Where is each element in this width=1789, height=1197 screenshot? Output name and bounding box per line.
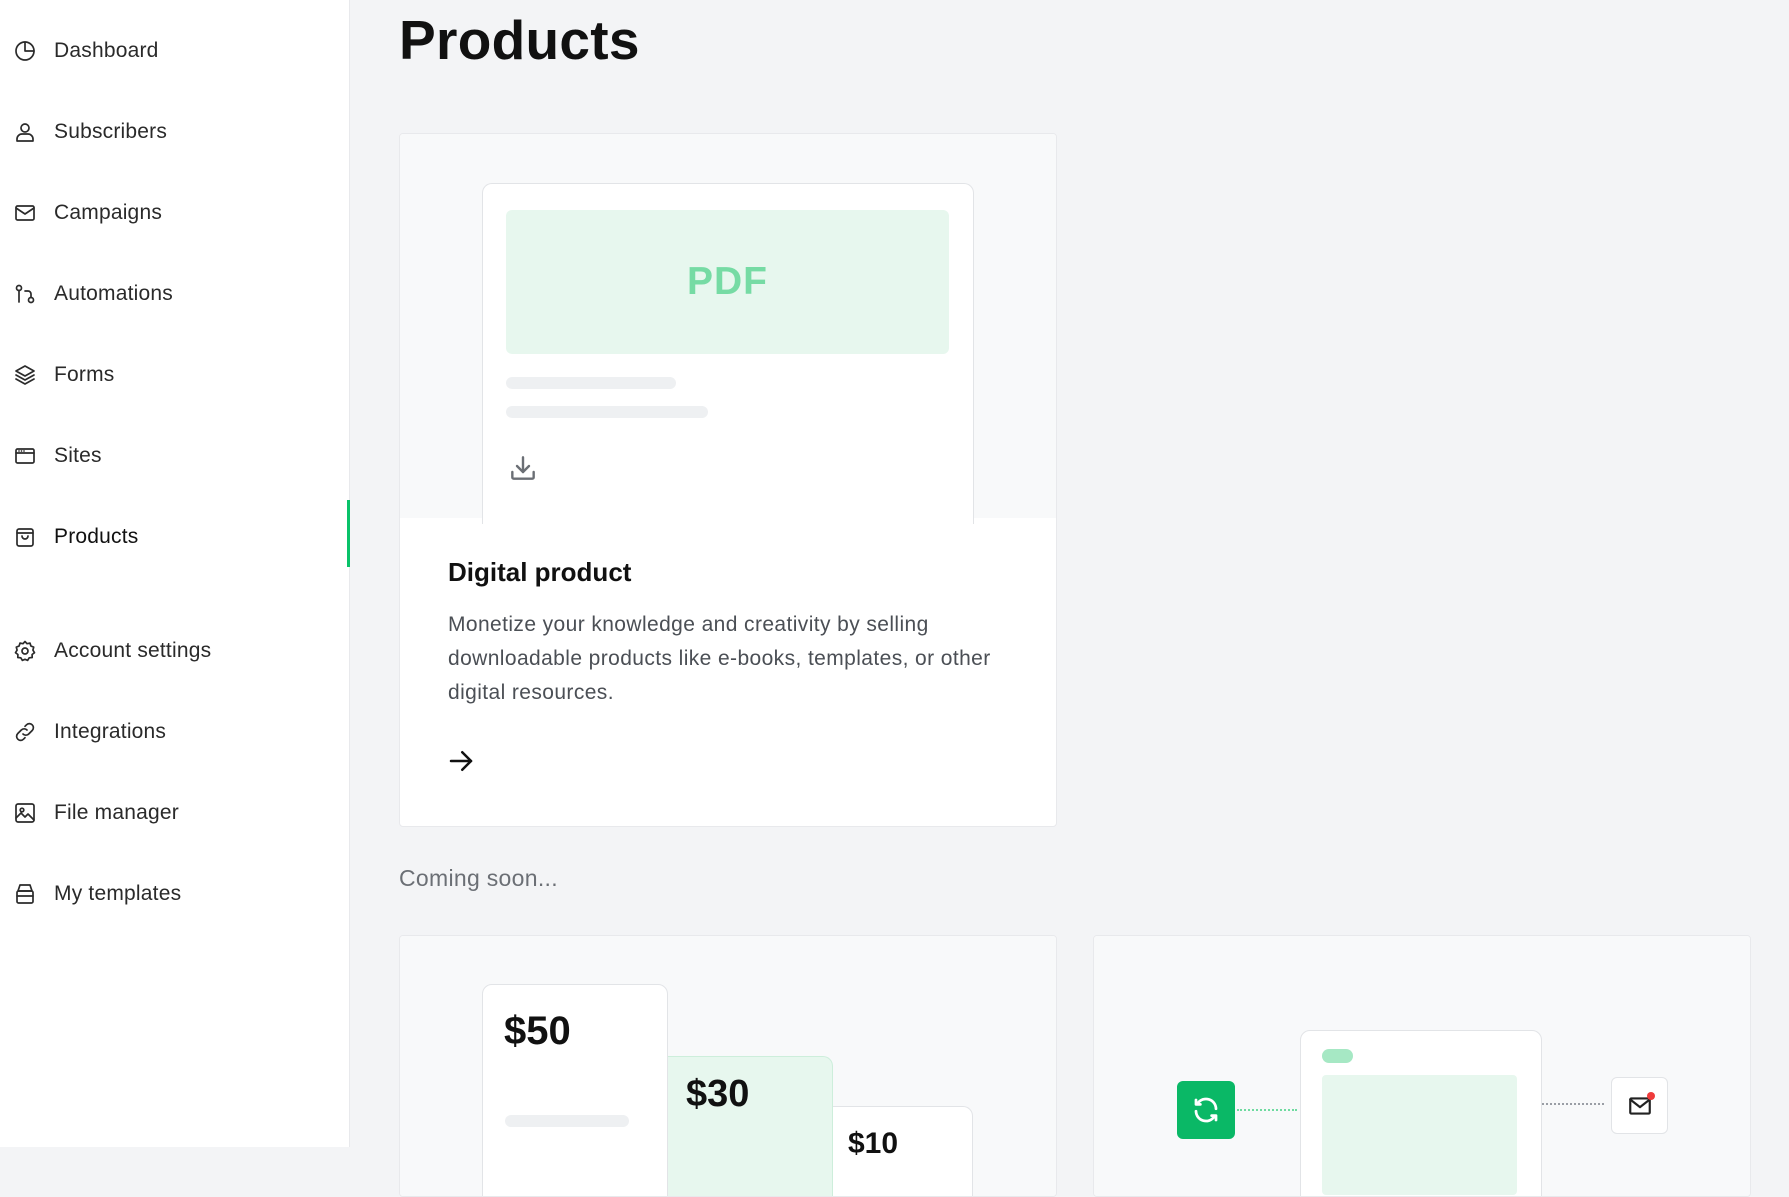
price-card: $50 [482, 984, 668, 1196]
price-amount: $30 [686, 1073, 750, 1115]
placeholder-pill [1322, 1049, 1353, 1063]
dashboard-icon [12, 38, 38, 64]
layers-icon [12, 362, 38, 388]
image-icon [12, 800, 38, 826]
card-title: Digital product [448, 557, 632, 587]
browser-icon [12, 443, 38, 469]
link-icon [12, 719, 38, 745]
sidebar-item-automations[interactable]: Automations [0, 264, 349, 324]
automation-product-card [1093, 935, 1751, 1197]
sidebar-item-label: Subscribers [54, 120, 168, 143]
sidebar-item-label: Integrations [54, 720, 167, 743]
page-title: Products [399, 9, 640, 71]
sidebar-item-forms[interactable]: Forms [0, 345, 349, 405]
sidebar-item-integrations[interactable]: Integrations [0, 702, 349, 762]
sync-icon [1177, 1081, 1235, 1139]
sidebar-item-label: Forms [54, 363, 115, 386]
coming-soon-label: Coming soon... [399, 865, 558, 891]
price-card: $10 [832, 1106, 973, 1196]
sidebar-item-label: Automations [54, 282, 173, 305]
connector-line [1542, 1103, 1604, 1105]
arrow-right-icon[interactable] [446, 746, 478, 778]
user-icon [12, 119, 38, 145]
sidebar-item-label: Campaigns [54, 201, 163, 224]
pricing-product-card: $50 $30 $10 [399, 935, 1057, 1197]
sidebar-item-label: Products [54, 525, 139, 548]
sidebar-item-campaigns[interactable]: Campaigns [0, 183, 349, 243]
gear-icon [12, 638, 38, 664]
sidebar-item-my-templates[interactable]: My templates [0, 864, 349, 924]
sidebar: Dashboard Subscribers Campaigns Automati… [0, 0, 350, 1147]
placeholder-line [505, 1115, 629, 1127]
card-preview: $50 $30 $10 [400, 936, 1056, 1196]
sidebar-item-account-settings[interactable]: Account settings [0, 621, 349, 681]
mail-icon [1611, 1077, 1668, 1134]
notification-dot [1647, 1092, 1655, 1100]
placeholder-line [506, 377, 676, 389]
sidebar-item-label: My templates [54, 882, 182, 905]
placeholder-block [1322, 1075, 1517, 1195]
sidebar-item-file-manager[interactable]: File manager [0, 783, 349, 843]
sidebar-item-label: Sites [54, 444, 102, 467]
card-preview [1094, 936, 1750, 1196]
sidebar-item-label: Dashboard [54, 39, 159, 62]
document-illustration: PDF [482, 183, 974, 524]
sidebar-item-label: File manager [54, 801, 179, 824]
automation-icon [12, 281, 38, 307]
sidebar-item-dashboard[interactable]: Dashboard [0, 21, 349, 81]
download-icon [507, 452, 539, 484]
price-card: $30 [666, 1056, 833, 1196]
mail-icon [12, 200, 38, 226]
card-description: Monetize your knowledge and creativity b… [448, 613, 991, 704]
card-preview: PDF [400, 134, 1056, 524]
sidebar-item-subscribers[interactable]: Subscribers [0, 102, 349, 162]
digital-product-card[interactable]: PDF Digital product Monetize your knowle… [399, 133, 1057, 827]
shopping-bag-icon [12, 524, 38, 550]
pdf-thumbnail: PDF [506, 210, 949, 354]
placeholder-line [506, 406, 708, 418]
connector-line [1237, 1109, 1297, 1111]
sidebar-item-label: Account settings [54, 639, 212, 662]
sidebar-item-products[interactable]: Products [0, 500, 350, 567]
templates-icon [12, 881, 38, 907]
price-amount: $10 [848, 1127, 899, 1160]
price-amount: $50 [504, 1009, 571, 1053]
email-card-illustration [1300, 1030, 1542, 1196]
sidebar-item-sites[interactable]: Sites [0, 426, 349, 486]
